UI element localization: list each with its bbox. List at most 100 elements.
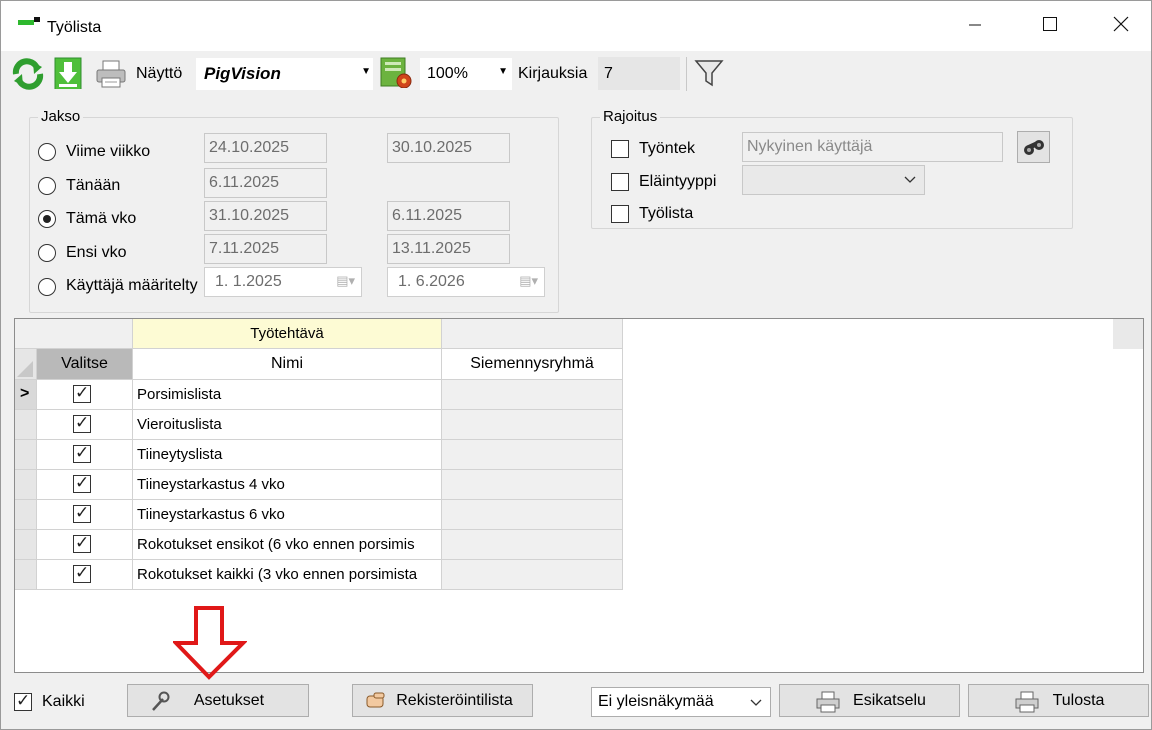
animal-type-label: Eläintyyppi [639,173,717,190]
chevron-down-icon [904,176,916,183]
row-header[interactable] [15,500,37,530]
radio-today[interactable] [38,177,56,195]
row-header[interactable]: > [15,380,37,410]
radio-last-week[interactable] [38,143,56,161]
corner-triangle-icon [17,361,33,377]
custom-from-datepicker[interactable]: 1. 1.2025 ▤▾ [204,267,362,297]
radio-custom[interactable] [38,278,56,296]
today-date: 6.11.2025 [204,168,327,198]
row-header[interactable] [15,530,37,560]
preview-button[interactable]: Esikatselu [779,684,960,717]
calendar-dropdown-icon: ▤▾ [336,273,355,288]
row-group-cell[interactable] [442,560,623,590]
row-group-cell[interactable] [442,440,623,470]
row-name-cell[interactable]: Rokotukset ensikot (6 vko ennen porsimis [133,530,442,560]
overview-select[interactable]: Ei yleisnäkymää [591,687,771,717]
row-name-cell[interactable]: Tiineystarkastus 6 vko [133,500,442,530]
row-group-cell[interactable] [442,500,623,530]
row-select-cell [37,440,133,470]
download-arrow-icon[interactable] [53,57,83,89]
row-select-checkbox[interactable] [73,533,91,553]
row-name-cell[interactable]: Vieroituslista [133,410,442,440]
row-select-checkbox[interactable] [73,413,91,433]
row-name-cell[interactable]: Tiineytyslista [133,440,442,470]
printer-icon[interactable] [95,59,127,91]
worklist-checkbox[interactable] [611,205,629,223]
preview-button-label: Esikatselu [853,692,926,709]
chevron-down-icon: ▼ [498,66,508,77]
minimize-icon [969,24,981,26]
close-button[interactable] [1106,13,1136,39]
row-select-checkbox[interactable] [73,473,91,493]
last-week-to: 30.10.2025 [387,133,510,163]
settings-button[interactable]: Asetukset [127,684,309,717]
refresh-icon[interactable] [11,58,45,90]
row-name-cell[interactable]: Tiineystarkastus 4 vko [133,470,442,500]
column-header-select[interactable]: Valitse [37,349,133,380]
title-bar: Työlista [1,1,1151,51]
row-name-cell[interactable]: Porsimislista [133,380,442,410]
radio-last-week-label: Viime viikko [66,143,151,160]
row-select-cell [37,380,133,410]
animal-type-checkbox[interactable] [611,173,629,191]
printer-icon [1015,691,1039,713]
row-header[interactable] [15,560,37,590]
view-select[interactable]: PigVision ▼ [196,58,373,90]
row-group-cell[interactable] [442,410,623,440]
custom-to-value: 1. 6.2026 [398,273,465,290]
view-label: Näyttö [136,65,183,82]
row-select-checkbox[interactable] [73,563,91,583]
radio-this-week-label: Tämä vko [66,210,137,227]
custom-to-datepicker[interactable]: 1. 6.2026 ▤▾ [387,267,545,297]
row-header[interactable] [15,470,37,500]
column-header-group[interactable]: Siemennysryhmä [442,349,623,380]
grid-group-header-empty [442,319,623,349]
this-week-from: 31.10.2025 [204,201,327,231]
employee-label: Työntek [639,140,696,157]
current-row-marker: > [20,385,30,402]
register-list-button[interactable]: Rekisteröintilista [352,684,533,717]
row-select-checkbox[interactable] [73,503,91,523]
row-select-checkbox[interactable] [73,443,91,463]
print-button[interactable]: Tulosta [968,684,1149,717]
row-group-cell[interactable] [442,380,623,410]
row-name-cell[interactable]: Rokotukset kaikki (3 vko ennen porsimist… [133,560,442,590]
custom-from-value: 1. 1.2025 [215,273,282,290]
next-week-from: 7.11.2025 [204,234,327,264]
employee-checkbox[interactable] [611,140,629,158]
row-select-cell [37,560,133,590]
row-select-checkbox[interactable] [73,383,91,403]
row-header[interactable] [15,440,37,470]
view-select-value: PigVision [204,64,281,83]
animal-type-select[interactable] [742,165,925,195]
next-week-to: 13.11.2025 [387,234,510,264]
worklist-label: Työlista [639,205,694,222]
grid-group-header: Työtehtävä [133,319,442,349]
maximize-button[interactable] [1035,13,1065,39]
radio-next-week[interactable] [38,244,56,262]
minimize-button[interactable] [960,13,990,39]
radio-next-week-label: Ensi vko [66,244,127,261]
employee-search-button[interactable] [1017,131,1050,163]
all-label: Kaikki [42,693,85,710]
row-header-corner [15,349,37,380]
zoom-select[interactable]: 100% ▼ [420,58,512,90]
row-group-cell[interactable] [442,530,623,560]
chevron-down-icon [750,699,762,706]
zoom-value: 100% [427,65,468,82]
row-header[interactable] [15,410,37,440]
column-header-name[interactable]: Nimi [133,349,442,380]
all-checkbox[interactable] [14,691,32,711]
hand-pointer-icon [366,692,385,708]
toolbar-separator [686,57,687,91]
window-title: Työlista [47,19,102,36]
report-settings-icon[interactable] [379,56,413,88]
radio-this-week[interactable] [38,210,56,228]
filter-funnel-icon[interactable] [693,57,725,89]
radio-today-label: Tänään [66,177,121,194]
printer-icon [816,691,840,713]
row-select-cell [37,500,133,530]
calendar-dropdown-icon: ▤▾ [519,273,538,288]
radio-custom-label: Käyttäjä määritelty [66,277,198,294]
row-group-cell[interactable] [442,470,623,500]
